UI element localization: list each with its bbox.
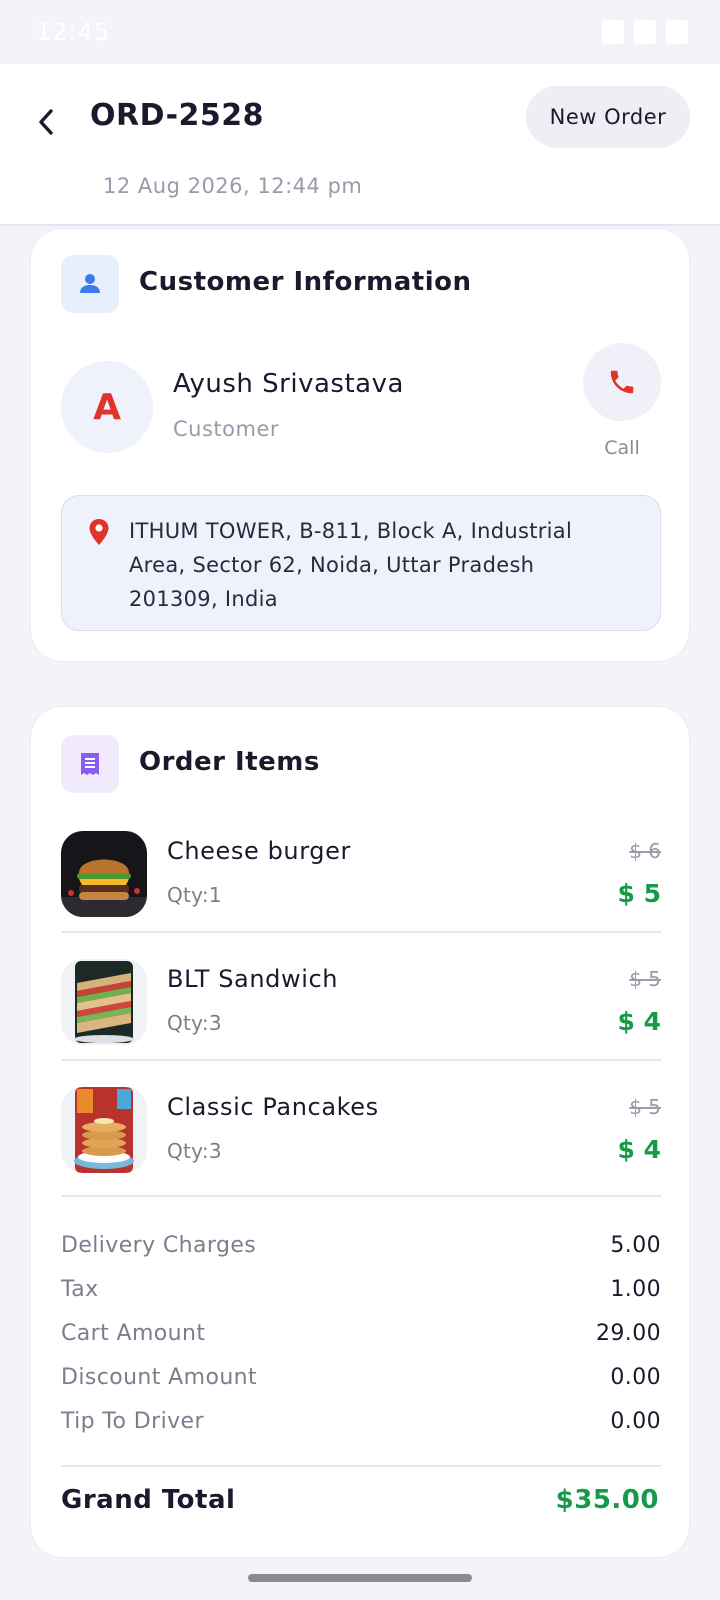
charge-value: 5.00	[610, 1233, 661, 1258]
item-name: BLT Sandwich	[167, 965, 339, 993]
charge-row-cart-amount: Cart Amount 29.00	[61, 1321, 661, 1361]
list-item[interactable]: BLT Sandwich Qty:3 $ 5 $ 4	[61, 945, 661, 1073]
list-item[interactable]: Cheese burger Qty:1 $ 6 $ 5	[61, 817, 661, 945]
charge-value: 0.00	[610, 1365, 661, 1390]
item-original-price: $ 6	[629, 839, 661, 863]
page-title: ORD-2528	[90, 98, 265, 133]
item-original-price: $ 5	[629, 967, 661, 991]
status-time: 12:45	[36, 18, 111, 46]
order-date: 12 Aug 2026, 12:44 pm	[103, 174, 363, 198]
charge-value: 1.00	[610, 1277, 661, 1302]
list-item[interactable]: Classic Pancakes Qty:3 $ 5 $ 4	[61, 1073, 661, 1201]
back-arrow-icon	[39, 109, 53, 135]
order-items-card: Order Items Cheese burger Qty:1 $ 6 $ 5	[30, 706, 690, 1558]
battery-icon	[666, 20, 688, 44]
customer-info-card: Customer Information A Ayush Srivastava …	[30, 228, 690, 662]
status-icons	[602, 20, 688, 44]
back-button[interactable]	[28, 98, 64, 146]
item-qty: Qty:3	[167, 1139, 222, 1163]
item-price: $ 4	[617, 1135, 662, 1164]
charge-row-delivery: Delivery Charges 5.00	[61, 1233, 661, 1273]
classic-pancakes-image	[61, 1087, 147, 1173]
blt-sandwich-image	[61, 959, 147, 1045]
item-qty: Qty:3	[167, 1011, 222, 1035]
charge-label: Discount Amount	[61, 1365, 258, 1390]
charge-label: Cart Amount	[61, 1321, 206, 1346]
divider	[61, 1059, 661, 1061]
customer-address: ITHUM TOWER, B-811, Block A, Industrial …	[129, 519, 573, 611]
signal-icon	[602, 20, 624, 44]
order-items-title: Order Items	[139, 747, 320, 777]
location-pin-icon	[89, 519, 109, 545]
new-order-button[interactable]: New Order	[526, 86, 690, 148]
item-name: Classic Pancakes	[167, 1093, 379, 1121]
item-name: Cheese burger	[167, 837, 351, 865]
call-label: Call	[604, 437, 640, 459]
divider	[61, 1195, 661, 1197]
charge-row-discount: Discount Amount 0.00	[61, 1365, 661, 1405]
person-icon	[61, 255, 119, 313]
receipt-icon	[61, 735, 119, 793]
charge-label: Delivery Charges	[61, 1233, 257, 1258]
charge-row-tax: Tax 1.00	[61, 1277, 661, 1317]
customer-name: Ayush Srivastava	[173, 369, 404, 399]
status-bar: 12:45	[0, 0, 720, 64]
item-price: $ 4	[617, 1007, 662, 1036]
customer-role: Customer	[173, 417, 280, 441]
item-price: $ 5	[617, 879, 662, 908]
divider	[61, 931, 661, 933]
charge-value: 0.00	[610, 1409, 661, 1434]
customer-info-title: Customer Information	[139, 267, 472, 297]
charge-label: Tip To Driver	[61, 1409, 204, 1434]
charge-label: Tax	[61, 1277, 99, 1302]
home-indicator[interactable]	[248, 1574, 472, 1582]
order-header: ORD-2528 12 Aug 2026, 12:44 pm New Order	[0, 64, 720, 226]
charge-row-tip: Tip To Driver 0.00	[61, 1409, 661, 1449]
grand-total-label: Grand Total	[61, 1485, 236, 1515]
divider	[61, 1465, 661, 1467]
cheese-burger-image	[61, 831, 147, 917]
item-original-price: $ 5	[629, 1095, 661, 1119]
call-button[interactable]	[583, 343, 661, 421]
wifi-icon	[634, 20, 656, 44]
item-qty: Qty:1	[167, 883, 222, 907]
avatar: A	[61, 361, 153, 453]
address-box: ITHUM TOWER, B-811, Block A, Industrial …	[61, 495, 661, 631]
grand-total-value: $35.00	[555, 1485, 659, 1515]
charge-value: 29.00	[596, 1321, 661, 1346]
phone-icon	[610, 370, 634, 394]
